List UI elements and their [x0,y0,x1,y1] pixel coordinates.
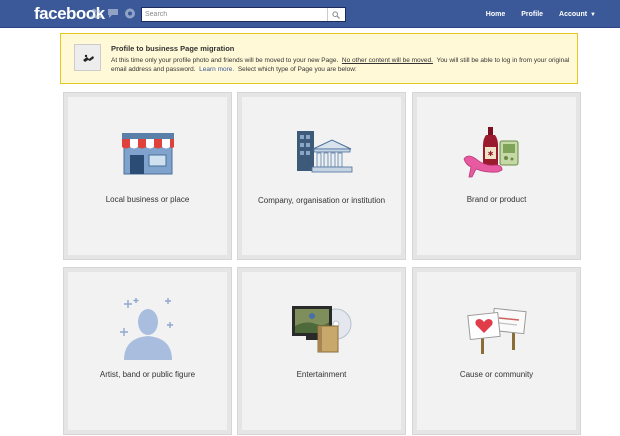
search-box [141,7,346,22]
tile-label: Brand or product [466,195,527,204]
notice-text-1: At this time only your profile photo and… [111,57,339,64]
entertainment-icon [291,306,351,353]
brand-product-icon: ✱ [463,127,518,178]
tile-label: Cause or community [459,370,534,379]
notice-text-3: Select which type of Page you are below: [237,66,357,73]
tile-label: Company, organisation or institution [257,196,386,205]
notice-body: At this time only your profile photo and… [111,56,571,74]
top-nav: Home Profile Account ▼ [478,0,604,28]
svg-text:✱: ✱ [487,150,493,158]
tile-entertainment[interactable]: Entertainment [237,267,406,435]
chevron-down-icon: ▼ [590,11,596,18]
notice-title: Profile to business Page migration [111,44,235,53]
top-bar: facebook Home Profile Account▼ [0,0,620,28]
jewel-icons [90,8,136,19]
search-input[interactable] [142,8,327,21]
friend-requests-icon[interactable] [90,8,102,19]
search-button[interactable] [327,8,343,21]
search-icon [331,10,340,19]
tile-company[interactable]: Company, organisation or institution [237,92,406,260]
nav-home[interactable]: Home [478,11,513,18]
nav-account[interactable]: Account ▼ [551,11,604,18]
nav-account-label: Account [559,10,588,18]
learn-more-link[interactable]: Learn more. [199,66,234,73]
notifications-icon[interactable] [124,8,136,19]
tile-cause-community[interactable]: Cause or community [412,267,581,435]
storefront-icon [121,133,174,175]
tile-brand-product[interactable]: ✱ Brand or product [412,92,581,260]
profile-photo-icon [75,45,100,70]
tile-artist[interactable]: Artist, band or public figure [63,267,232,435]
migration-notice: Profile to business Page migration At th… [60,33,578,84]
notice-underlined-text: No other content will be moved. [341,57,433,64]
tile-label: Entertainment [296,370,347,379]
profile-thumbnail [74,44,101,71]
tile-local-business[interactable]: Local business or place [63,92,232,260]
tile-label: Artist, band or public figure [99,370,196,379]
nav-profile[interactable]: Profile [513,11,551,18]
company-buildings-icon [296,131,352,173]
tile-label: Local business or place [105,195,190,204]
cause-signs-icon [466,307,527,354]
artist-silhouette-icon [119,298,173,360]
messages-icon[interactable] [107,8,119,19]
